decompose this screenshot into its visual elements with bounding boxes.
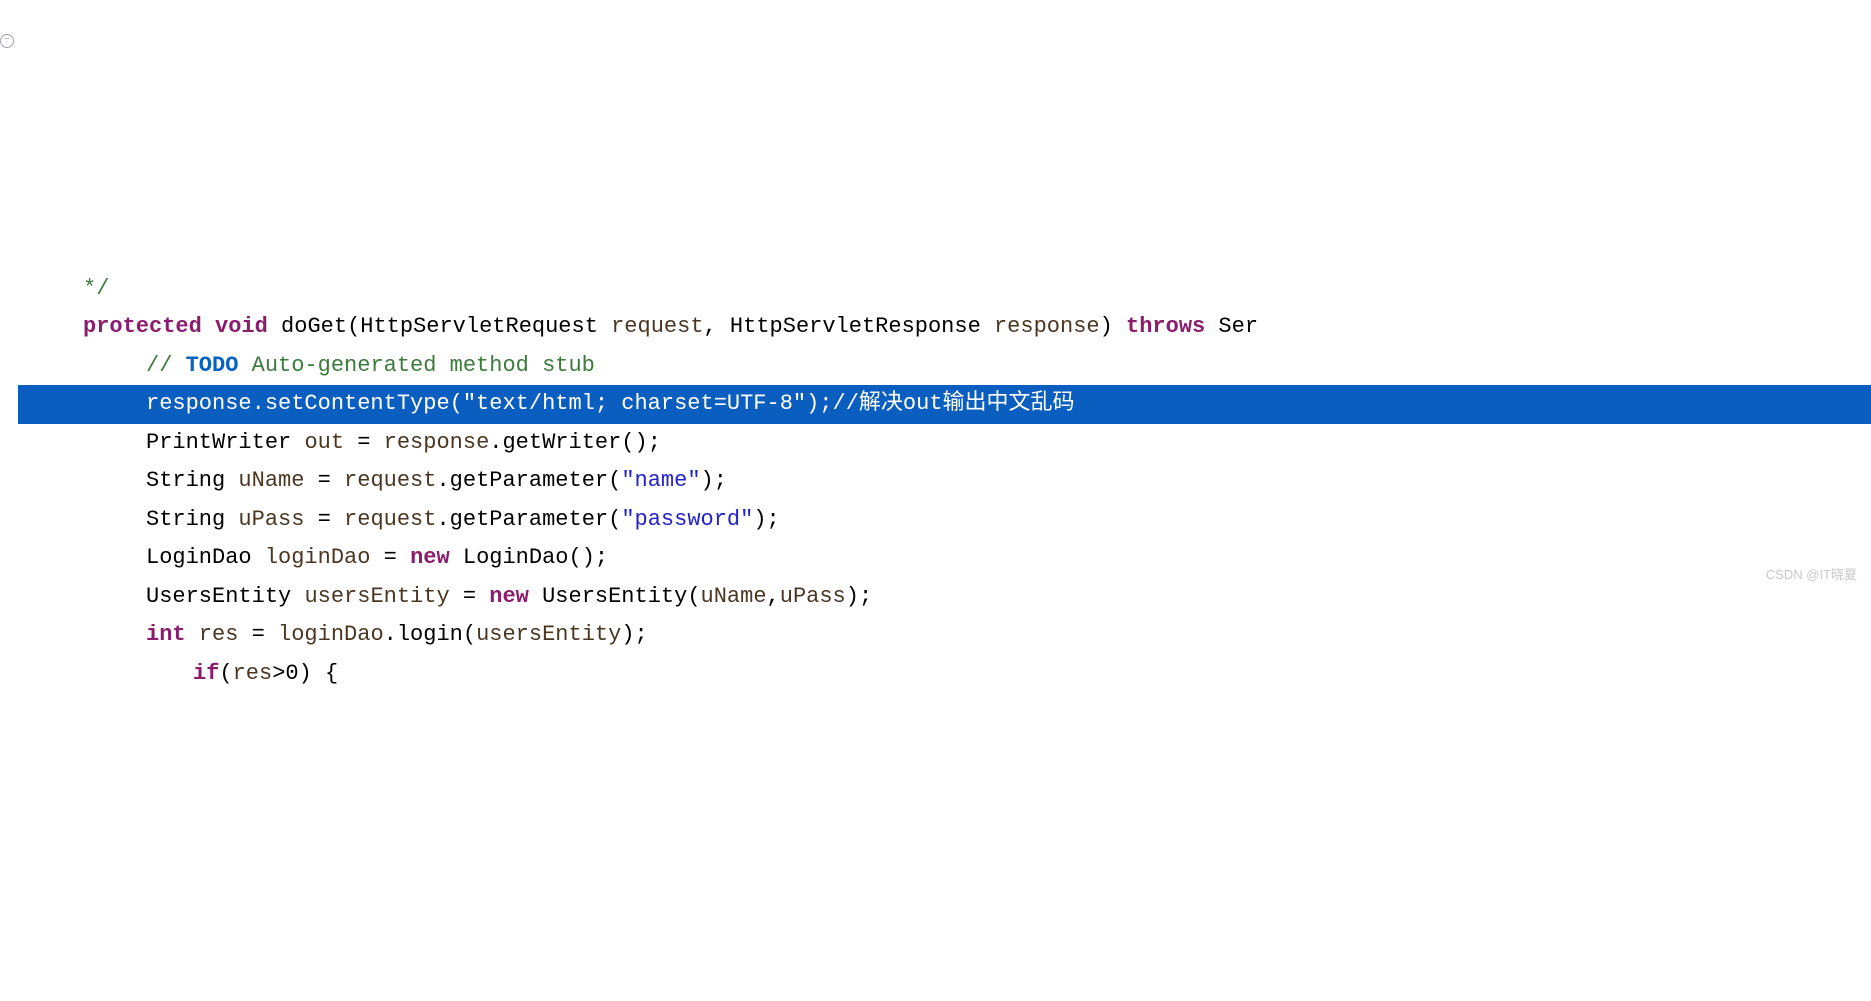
keyword-new: new	[410, 545, 450, 570]
var-logindao: loginDao	[265, 545, 371, 570]
assign: =	[238, 622, 278, 647]
call-end: );	[753, 507, 779, 532]
method-name: doGet	[281, 314, 347, 339]
code-line: LoginDao loginDao = new LoginDao();	[18, 539, 1871, 578]
code-line: String uName = request.getParameter("nam…	[18, 462, 1871, 501]
arg-upass: uPass	[780, 584, 846, 609]
var-usersentity: usersEntity	[304, 584, 449, 609]
assign: =	[370, 545, 410, 570]
code-line: int res = loginDao.login(usersEntity);	[18, 616, 1871, 655]
code-editor[interactable]: */ protected void doGet(HttpServletReques…	[0, 231, 1871, 732]
code-line: String uPass = request.getParameter("pas…	[18, 501, 1871, 540]
throws-type: Ser	[1205, 314, 1258, 339]
code-line: if(res>0) {	[18, 655, 1871, 694]
type: LoginDao	[146, 545, 265, 570]
call: .getWriter();	[489, 430, 661, 455]
keyword-void: void	[215, 314, 268, 339]
code-line: // TODO Auto-generated method stub	[18, 347, 1871, 386]
assign: =	[304, 468, 344, 493]
arg-usersentity: usersEntity	[476, 622, 621, 647]
call: .login(	[384, 622, 476, 647]
assign: =	[450, 584, 490, 609]
var-res: res	[199, 622, 239, 647]
ctor: LoginDao();	[450, 545, 608, 570]
var-uname: uName	[238, 468, 304, 493]
keyword-protected: protected	[83, 314, 202, 339]
var-response: response	[384, 430, 490, 455]
todo-tag: TODO	[186, 353, 239, 378]
cond-rest: >0) {	[272, 661, 338, 686]
keyword-if: if	[193, 661, 219, 686]
keyword-int: int	[146, 622, 186, 647]
selected-line: response.setContentType("text/html; char…	[18, 385, 1871, 424]
string-literal: "name"	[621, 468, 700, 493]
var-request: request	[344, 507, 436, 532]
ctor-end: );	[846, 584, 872, 609]
var-upass: uPass	[238, 507, 304, 532]
var-res: res	[233, 661, 273, 686]
ctor: UsersEntity(	[529, 584, 701, 609]
code-line: protected void doGet(HttpServletRequest …	[18, 308, 1871, 347]
call: .getParameter(	[436, 468, 621, 493]
type: PrintWriter	[146, 430, 304, 455]
type: UsersEntity	[146, 584, 304, 609]
keyword-new: new	[489, 584, 529, 609]
space	[186, 622, 199, 647]
watermark-text: CSDN @IT晓夏	[1766, 564, 1857, 587]
var-logindao: loginDao	[278, 622, 384, 647]
code-line: PrintWriter out = response.getWriter();	[18, 424, 1871, 463]
var-request: request	[344, 468, 436, 493]
call-end: );	[621, 622, 647, 647]
param-request: request	[611, 314, 703, 339]
param-open: (HttpServletRequest	[347, 314, 611, 339]
type: String	[146, 507, 238, 532]
param-response: response	[994, 314, 1100, 339]
keyword-throws: throws	[1126, 314, 1205, 339]
selected-text: response.setContentType("text/html; char…	[18, 391, 1075, 416]
var-out: out	[304, 430, 344, 455]
code-line: UsersEntity usersEntity = new UsersEntit…	[18, 578, 1871, 617]
param-sep: , HttpServletResponse	[704, 314, 994, 339]
comment-slash: //	[146, 353, 186, 378]
comma: ,	[767, 584, 780, 609]
arg-uname: uName	[701, 584, 767, 609]
fold-toggle-icon[interactable]: −	[0, 34, 14, 48]
assign: =	[344, 430, 384, 455]
paren-open: (	[219, 661, 232, 686]
type: String	[146, 468, 238, 493]
code-line: */	[18, 270, 1871, 309]
call-end: );	[701, 468, 727, 493]
param-close: )	[1100, 314, 1126, 339]
call: .getParameter(	[436, 507, 621, 532]
comment-end: */	[83, 276, 109, 301]
string-literal: "password"	[621, 507, 753, 532]
assign: =	[304, 507, 344, 532]
comment-body: Auto-generated method stub	[238, 353, 594, 378]
